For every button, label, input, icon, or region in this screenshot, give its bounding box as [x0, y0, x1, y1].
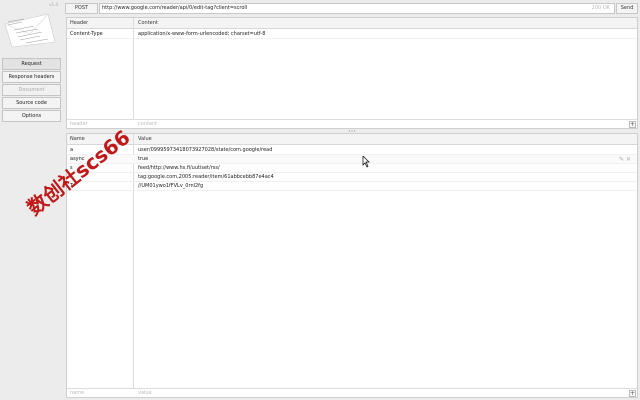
params-grid-header: Name Value [67, 134, 637, 145]
content-column-title: Content [138, 20, 158, 26]
param-name: async [70, 156, 85, 162]
sidebar: v1.4 Request Response headers Document S… [0, 0, 64, 400]
param-name: i [70, 174, 72, 180]
nav-source-code-button[interactable]: Source code [2, 97, 61, 109]
param-row[interactable]: async true ✎ ✕ [67, 155, 637, 164]
param-value: //UM01ywo1fFVLv_0rnl2fg [138, 183, 204, 189]
header-row-value: application/x-www-form-urlencoded; chars… [138, 31, 266, 37]
header-row[interactable]: Content-Type application/x-www-form-urle… [67, 30, 637, 39]
param-name: T [70, 183, 74, 189]
new-header-value-input[interactable]: content [138, 120, 157, 128]
mouse-cursor-icon [362, 156, 370, 168]
send-button[interactable]: Send [616, 3, 638, 14]
params-grid-footer: name value + [67, 388, 637, 397]
param-row[interactable]: s feed/http://www.hs.fi/uutiset/rss/ [67, 164, 637, 173]
header-column-title: Header [70, 20, 89, 26]
headers-grid: Header Content Content-Type application/… [66, 17, 638, 129]
version-label: v1.4 [49, 2, 58, 7]
nav-options-button[interactable]: Options [2, 110, 61, 122]
param-value: true [138, 156, 149, 162]
name-column-title: Name [70, 136, 85, 142]
column-divider[interactable] [133, 18, 134, 28]
nav-response-headers-button[interactable]: Response headers [2, 71, 61, 83]
nav-request-button[interactable]: Request [2, 58, 61, 70]
main-content: POST http://www.google.com/reader/api/0/… [64, 0, 640, 400]
nav-document-button[interactable]: Document [2, 84, 61, 96]
status-text: 200 OK [591, 5, 610, 11]
url-bar: POST http://www.google.com/reader/api/0/… [65, 3, 638, 14]
new-param-value-input[interactable]: value [138, 389, 152, 397]
row-edit-delete-icons[interactable]: ✎ ✕ [619, 155, 631, 164]
method-button[interactable]: POST [65, 3, 98, 14]
header-row-name: Content-Type [70, 31, 103, 37]
headers-grid-header: Header Content [67, 18, 637, 29]
add-param-button[interactable]: + [629, 390, 636, 397]
add-header-button[interactable]: + [629, 121, 636, 128]
param-value: feed/http://www.hs.fi/uutiset/rss/ [138, 165, 220, 171]
param-value: tag:google.com,2005:reader/item/61abbceb… [138, 174, 274, 180]
param-name: s [70, 165, 73, 171]
param-row[interactable]: T //UM01ywo1fFVLv_0rnl2fg [67, 182, 637, 191]
column-divider [133, 29, 134, 119]
param-value: user/09995973418073927028/state/com.goog… [138, 147, 273, 153]
params-grid: Name Value a user/09995973418073927028/s… [66, 133, 638, 398]
new-param-name-input[interactable]: name [70, 389, 84, 397]
param-row[interactable]: a user/09995973418073927028/state/com.go… [67, 146, 637, 155]
app-logo-icon [4, 13, 56, 48]
column-divider[interactable] [133, 134, 134, 144]
url-input[interactable]: http://www.google.com/reader/api/0/edit-… [99, 3, 615, 14]
new-header-name-input[interactable]: header [70, 120, 88, 128]
value-column-title: Value [138, 136, 152, 142]
param-name: a [70, 147, 74, 153]
param-row[interactable]: i tag:google.com,2005:reader/item/61abbc… [67, 173, 637, 182]
headers-grid-footer: header content + [67, 119, 637, 128]
